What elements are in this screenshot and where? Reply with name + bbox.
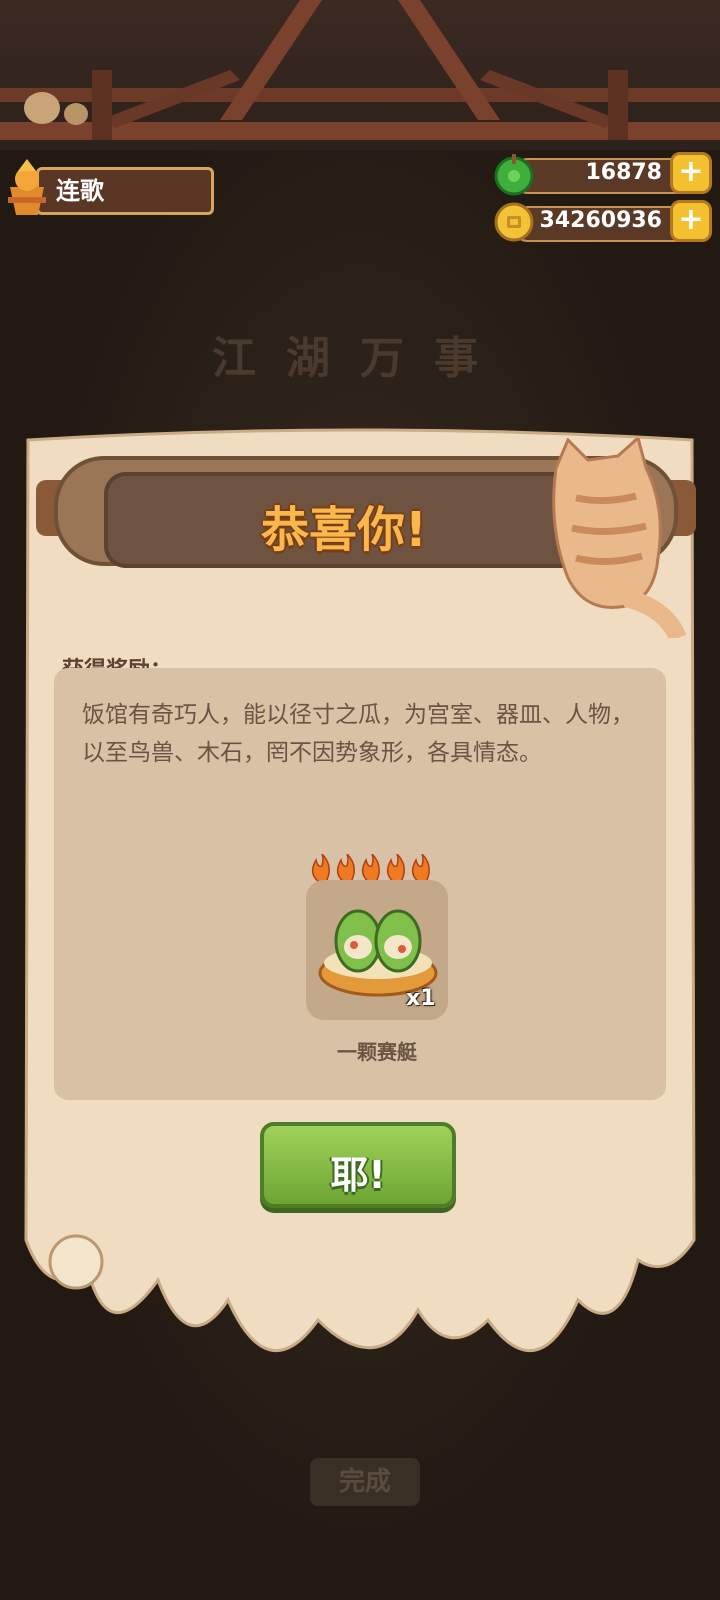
top-beams: [0, 0, 720, 150]
reward-description: 饭馆有奇巧人，能以径寸之瓜，为宫室、器皿、人物，以至鸟兽、木石，罔不因势象形，各…: [82, 702, 634, 766]
reward-dialog: 恭喜你! 获得奖励： 饭馆有奇巧人，能以径寸之瓜，为宫室、器皿、人物，以至鸟兽、…: [18, 400, 702, 1390]
cat-mascot-icon: [552, 438, 686, 638]
reward-item-name: 一颗赛艇: [337, 1040, 417, 1064]
background-title: 江湖万事: [212, 333, 508, 384]
background-button: 完成: [310, 1458, 420, 1506]
coin-icon: [494, 202, 534, 242]
player-badge[interactable]: 连歌: [8, 159, 214, 215]
player-name: 连歌: [56, 177, 104, 205]
coin-currency-bar: 34260936 +: [494, 200, 712, 242]
confirm-button-label: 耶!: [330, 1153, 386, 1197]
jade-currency-bar: 16878 +: [494, 152, 712, 196]
reward-item-quantity: x1: [406, 986, 436, 1011]
jade-value: 16878: [585, 160, 662, 185]
player-rank-icon: [8, 159, 46, 215]
confirm-button[interactable]: 耶!: [260, 1122, 456, 1208]
wood-beams-decoration: [0, 0, 720, 140]
dialog-title: 恭喜你!: [261, 502, 427, 558]
reward-box: 饭馆有奇巧人，能以径寸之瓜，为宫室、器皿、人物，以至鸟兽、木石，罔不因势象形，各…: [54, 668, 666, 1100]
jade-icon: [494, 154, 534, 196]
add-coin-button[interactable]: +: [670, 200, 712, 242]
coin-value: 34260936: [539, 208, 662, 233]
add-jade-button[interactable]: +: [670, 152, 712, 194]
